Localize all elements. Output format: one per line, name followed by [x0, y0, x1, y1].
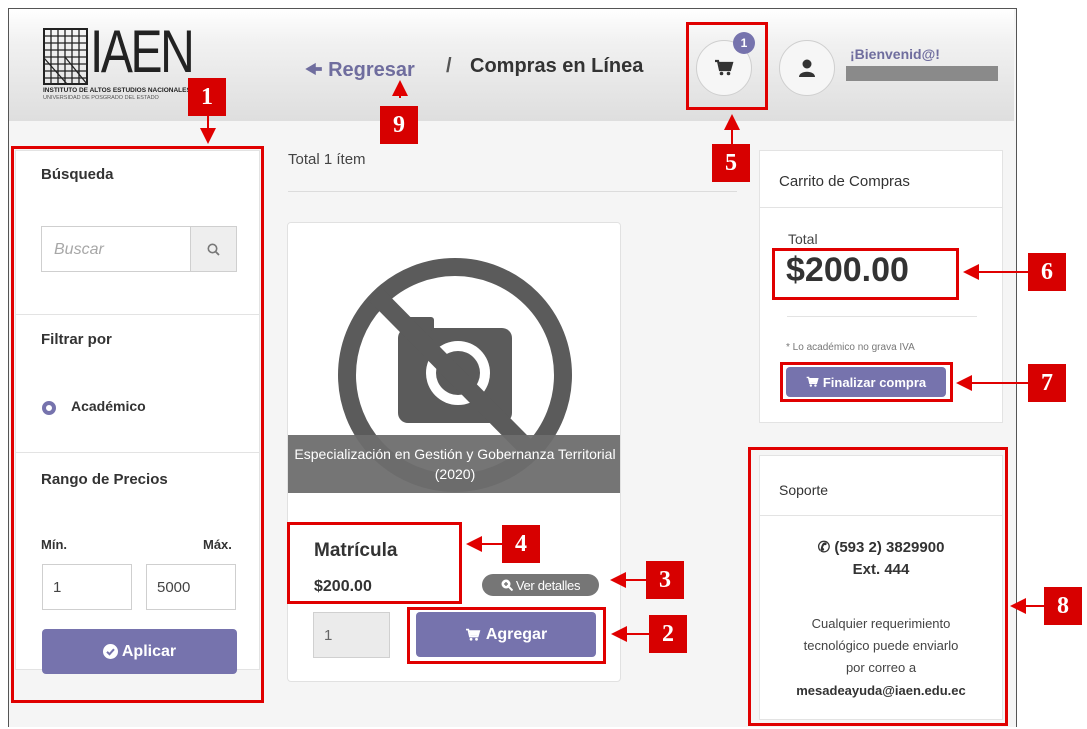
annotation-2: 2	[649, 615, 687, 653]
annotation-6: 6	[1028, 253, 1066, 291]
annotation-1: 1	[188, 78, 226, 116]
annotation-4: 4	[502, 525, 540, 563]
annotation-arrows	[200, 80, 1044, 642]
annotation-3: 3	[646, 561, 684, 599]
annotation-7: 7	[1028, 364, 1066, 402]
annotation-5: 5	[712, 144, 750, 182]
annotation-9: 9	[380, 106, 418, 144]
annotation-8: 8	[1044, 587, 1082, 625]
